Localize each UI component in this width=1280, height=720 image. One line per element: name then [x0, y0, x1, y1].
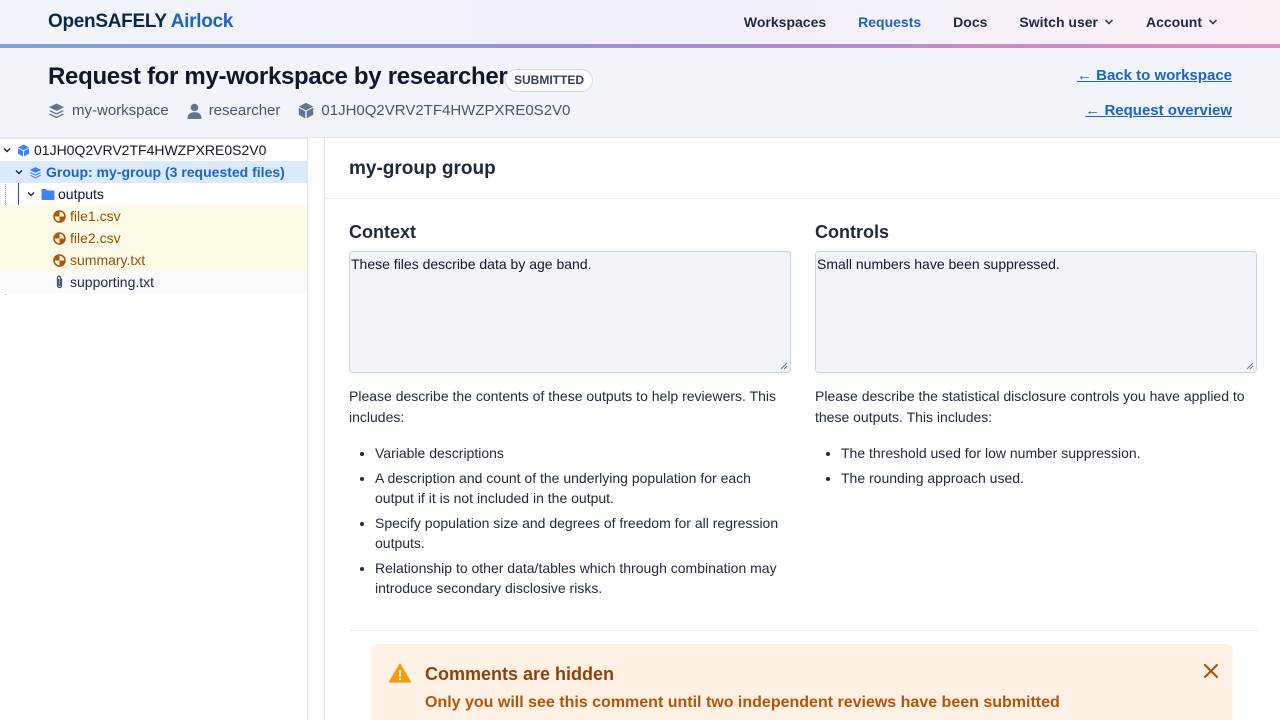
context-help-intro: Please describe the contents of these ou…: [349, 388, 776, 425]
status-badge: SUBMITTED: [505, 69, 593, 92]
nav-requests[interactable]: Requests: [858, 14, 921, 30]
alert-text: Only you will see this comment until two…: [425, 694, 1060, 711]
tree-item-group[interactable]: Group: my-group (3 requested files): [0, 161, 307, 183]
section-divider: [349, 630, 1257, 631]
meta-workspace: my-workspace: [48, 102, 169, 119]
meta-workspace-label: my-workspace: [72, 102, 169, 119]
chevron-down-icon: [1104, 19, 1114, 25]
list-item: Variable descriptions: [375, 443, 791, 464]
controls-heading: Controls: [815, 222, 889, 242]
list-item: The rounding approach used.: [841, 468, 1257, 489]
cube-icon: [299, 102, 314, 119]
chevron-down-icon[interactable]: [3, 146, 11, 154]
controls-value: Small numbers have been suppressed.: [817, 256, 1060, 272]
layers-icon: [49, 103, 64, 119]
controls-textarea[interactable]: Small numbers have been suppressed.: [815, 251, 1257, 373]
tree-item-file-label: summary.txt: [70, 252, 146, 268]
nav-workspaces[interactable]: Workspaces: [744, 14, 826, 30]
tree-item-request-label: 01JH0Q2VRV2TF4HWZPXRE0S2V0: [34, 142, 267, 158]
context-heading: Context: [349, 222, 416, 242]
close-icon[interactable]: [1203, 663, 1219, 679]
page-header: Request for my-workspace by researcher S…: [0, 48, 1280, 138]
request-overview-link[interactable]: ← Request overview: [1085, 102, 1232, 119]
main-content: my-group group Context These files descr…: [324, 138, 1280, 720]
chevron-down-icon[interactable]: [15, 168, 23, 176]
paperclip-icon: [56, 275, 63, 289]
file-tree: 01JH0Q2VRV2TF4HWZPXRE0S2V0 Group: my-gro…: [0, 138, 308, 720]
top-nav: OpenSAFELY Airlock Workspaces Requests D…: [0, 0, 1280, 44]
tree-item-file-label: file1.csv: [70, 208, 121, 224]
meta-user: researcher: [187, 102, 281, 119]
brand-logo[interactable]: OpenSAFELY Airlock: [48, 11, 233, 33]
group-title: my-group group: [349, 158, 496, 179]
tree-item-folder-label: outputs: [58, 186, 104, 202]
list-item: The threshold used for low number suppre…: [841, 443, 1257, 464]
chevron-down-icon: [1208, 19, 1218, 25]
nav-switch-user[interactable]: Switch user: [1019, 14, 1114, 30]
brand-part2: Airlock: [170, 11, 234, 32]
nav-docs[interactable]: Docs: [953, 14, 987, 30]
pending-review-icon: [53, 254, 66, 267]
context-value: These files describe data by age band.: [351, 256, 592, 272]
pending-review-icon: [53, 210, 66, 223]
controls-help-intro: Please describe the statistical disclosu…: [815, 388, 1245, 425]
group-header: my-group group: [325, 138, 1280, 199]
meta-request-id: 01JH0Q2VRV2TF4HWZPXRE0S2V0: [298, 102, 570, 119]
request-meta: my-workspace researcher 01JH0Q2VRV2TF4HW…: [48, 102, 588, 119]
nav-docs-label: Docs: [953, 14, 988, 30]
tree-item-supporting-file[interactable]: supporting.txt: [0, 271, 307, 293]
tree-item-request[interactable]: 01JH0Q2VRV2TF4HWZPXRE0S2V0: [0, 139, 307, 161]
pending-review-icon: [53, 232, 66, 245]
tree-item-file-label: file2.csv: [70, 230, 121, 246]
meta-user-label: researcher: [208, 102, 281, 119]
nav-account-label: Account: [1146, 14, 1202, 30]
nav-account[interactable]: Account: [1146, 14, 1218, 30]
nav-workspaces-label: Workspaces: [743, 14, 827, 30]
tree-item-folder[interactable]: outputs: [0, 183, 307, 205]
controls-help-list: The threshold used for low number suppre…: [815, 443, 1257, 488]
context-help: Please describe the contents of these ou…: [349, 386, 791, 603]
tree-item-file[interactable]: file2.csv: [0, 227, 307, 249]
tree-item-supporting-label: supporting.txt: [70, 274, 155, 290]
controls-help: Please describe the statistical disclosu…: [815, 386, 1257, 492]
page-title: Request for my-workspace by researcher: [48, 63, 508, 90]
nav-requests-label: Requests: [858, 14, 922, 30]
list-item: Specify population size and degrees of f…: [375, 513, 791, 554]
layers-icon: [29, 167, 42, 179]
list-item: Relationship to other data/tables which …: [375, 558, 791, 599]
resize-handle-icon[interactable]: [780, 362, 788, 370]
tree-item-file[interactable]: summary.txt: [0, 249, 307, 271]
context-textarea[interactable]: These files describe data by age band.: [349, 251, 791, 373]
warning-icon: [389, 663, 411, 683]
back-to-workspace-link[interactable]: ← Back to workspace: [1077, 67, 1232, 84]
tree-item-group-label: Group: my-group (3 requested files): [46, 164, 285, 180]
cube-icon: [17, 144, 30, 157]
alert-title: Comments are hidden: [425, 664, 615, 684]
chevron-down-icon[interactable]: [27, 190, 35, 198]
nav-menu: Workspaces Requests Docs Switch user Acc…: [712, 0, 1218, 44]
folder-icon: [41, 189, 55, 200]
tree-item-file[interactable]: file1.csv: [0, 205, 307, 227]
meta-request-id-label: 01JH0Q2VRV2TF4HWZPXRE0S2V0: [321, 102, 571, 119]
list-item: A description and count of the underlyin…: [375, 468, 791, 509]
brand-part1: OpenSAFELY: [48, 11, 167, 32]
user-icon: [187, 103, 202, 119]
nav-switch-user-label: Switch user: [1019, 14, 1098, 30]
context-help-list: Variable descriptions A description and …: [349, 443, 791, 599]
comments-hidden-alert: Comments are hidden Only you will see th…: [371, 644, 1233, 720]
resize-handle-icon[interactable]: [1246, 362, 1254, 370]
